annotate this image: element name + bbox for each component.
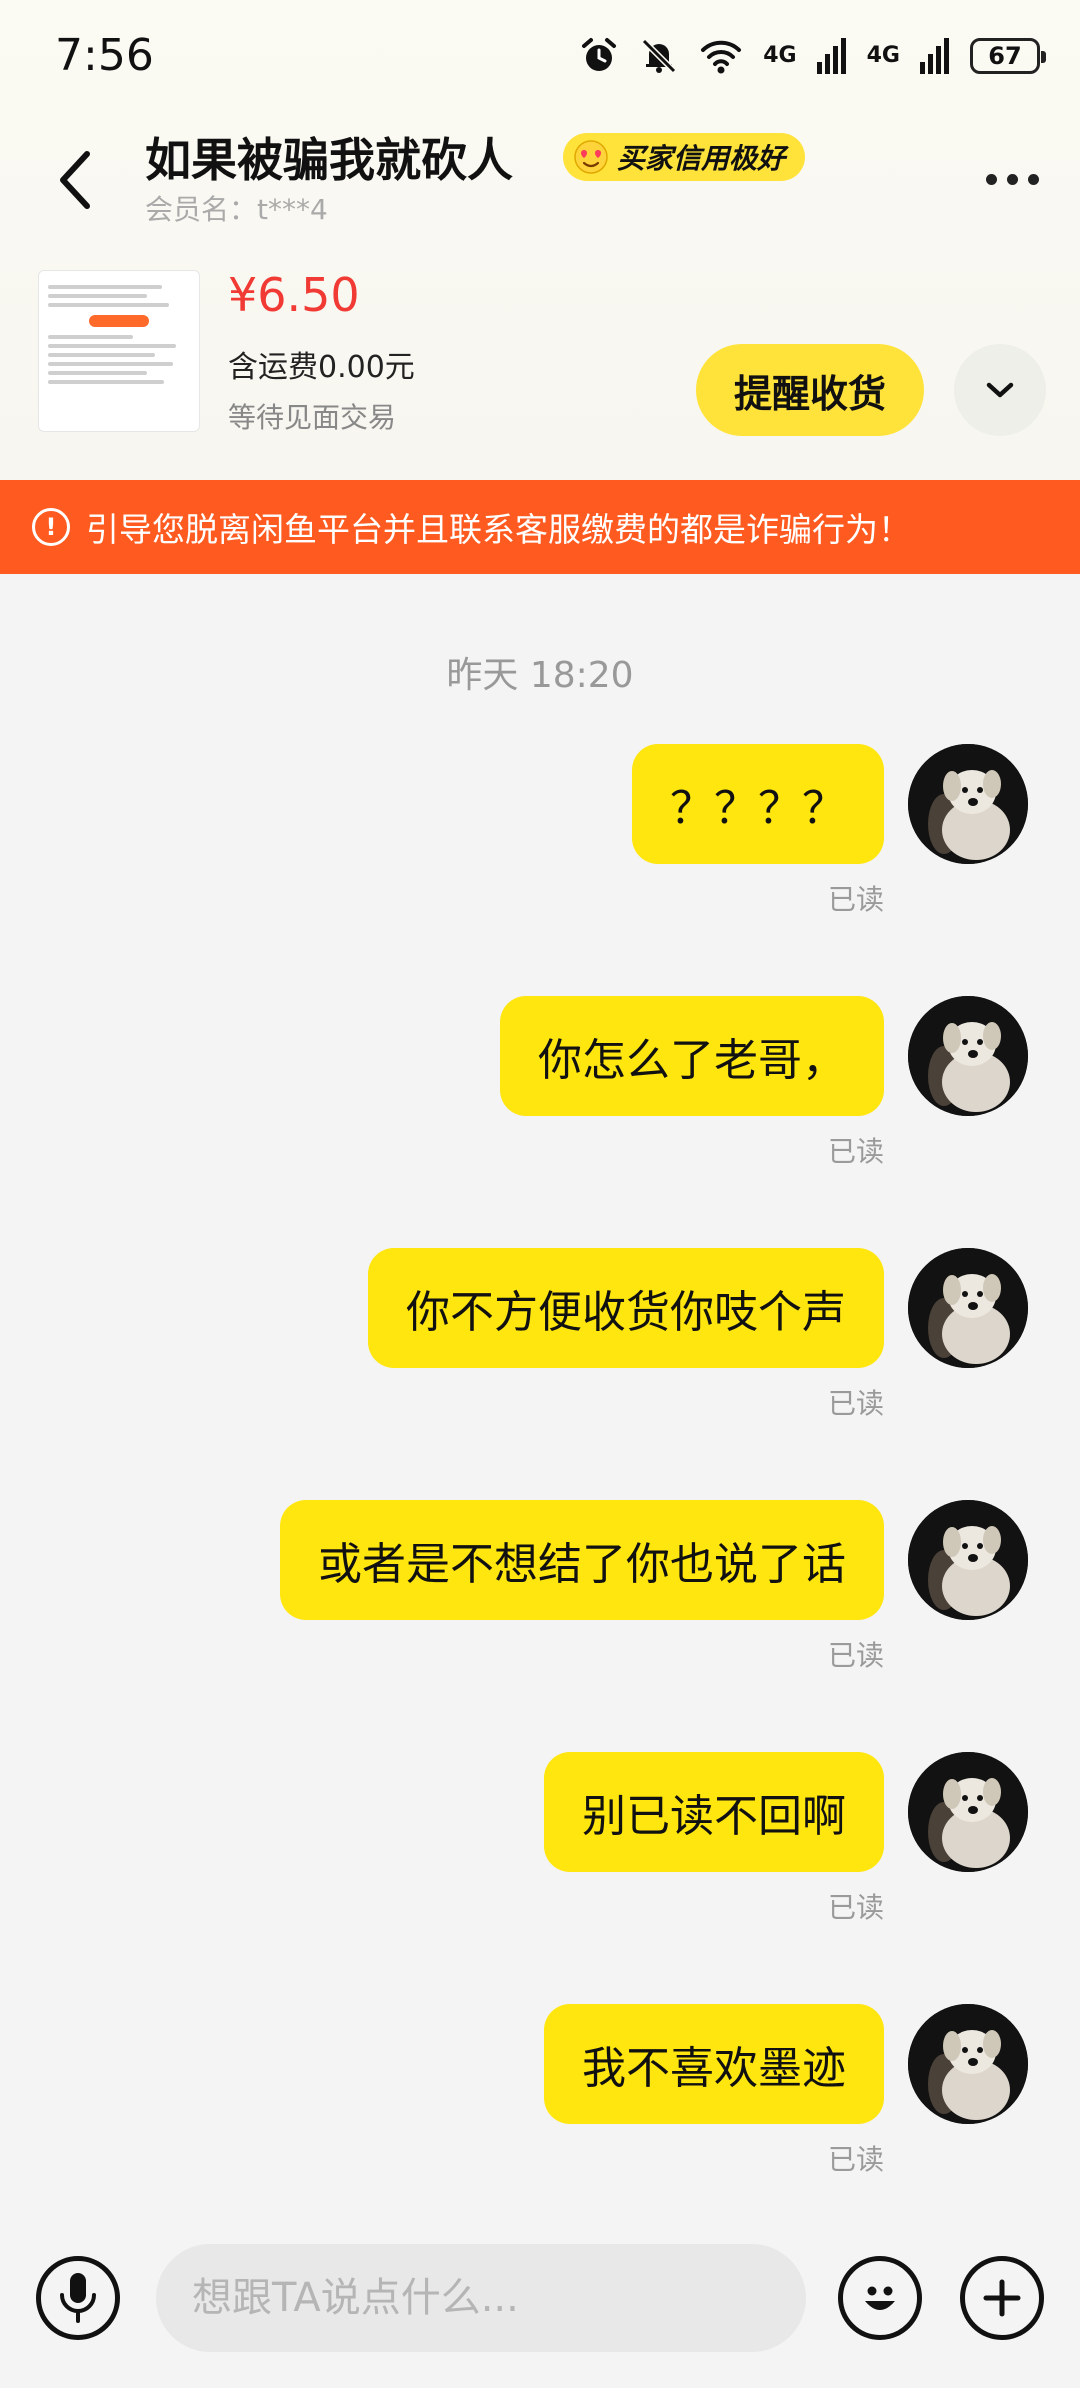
warning-icon: ! <box>32 508 70 546</box>
network-label-2: 4G <box>866 43 900 68</box>
fraud-warning-banner: ! 引导您脱离闲鱼平台并且联系客服缴费的都是诈骗行为！ <box>0 480 1080 574</box>
avatar[interactable] <box>908 1248 1028 1368</box>
message-row: 或者是不想结了你也说了话 已读 <box>0 1500 1080 1680</box>
plus-icon <box>983 2279 1021 2317</box>
back-arrow-icon <box>60 151 90 209</box>
peer-name[interactable]: 如果被骗我就砍人 <box>145 124 513 190</box>
heart-eyes-emoji-icon <box>574 140 608 174</box>
back-button[interactable] <box>40 140 110 220</box>
message-row: 我不喜欢墨迹 已读 <box>0 2004 1080 2184</box>
dog-avatar-image <box>908 744 1028 864</box>
thumb-button <box>89 315 149 327</box>
credit-badge-label: 买家信用极好 <box>617 142 786 175</box>
network-label-1: 4G <box>763 43 797 68</box>
dog-avatar-image <box>908 996 1028 1116</box>
read-status: 已读 <box>827 1639 884 1672</box>
warning-text: 引导您脱离闲鱼平台并且联系客服缴费的都是诈骗行为！ <box>86 510 911 549</box>
avatar[interactable] <box>908 1500 1028 1620</box>
mute-bell-icon <box>642 38 677 74</box>
input-bar <box>0 2214 1080 2388</box>
chat-area[interactable]: 昨天 18:20 ？？？？ 已读 你怎么了老哥， 已读 你不方便收货你吱个声 已… <box>0 574 1080 2214</box>
thumb-line <box>48 294 148 298</box>
status-icons: 4G 4G 67 <box>579 32 1046 80</box>
message-row: 你不方便收货你吱个声 已读 <box>0 1248 1080 1428</box>
signal-icon <box>816 38 846 74</box>
dog-avatar-image <box>908 2004 1028 2124</box>
chat-timestamp: 昨天 18:20 <box>446 655 634 696</box>
remind-receipt-button[interactable]: 提醒收货 <box>696 344 924 436</box>
dog-avatar-image <box>908 1248 1028 1368</box>
microphone-icon <box>60 2273 96 2323</box>
message-bubble[interactable]: 我不喜欢墨迹 <box>544 2004 884 2124</box>
avatar[interactable] <box>908 744 1028 864</box>
thumb-line <box>48 335 134 339</box>
chat-header: 如果被骗我就砍人 买家信用极好 会员名：t***4 <box>0 110 1080 250</box>
message-bubble[interactable]: ？？？？ <box>632 744 884 864</box>
avatar[interactable] <box>908 2004 1028 2124</box>
status-time: 7:56 <box>55 30 154 81</box>
member-name: 会员名：t***4 <box>145 193 328 226</box>
dog-avatar-image <box>908 1500 1028 1620</box>
avatar[interactable] <box>908 996 1028 1116</box>
thumb-line <box>48 362 173 366</box>
read-status: 已读 <box>827 1135 884 1168</box>
message-input[interactable] <box>156 2244 806 2352</box>
thumb-line <box>48 371 148 375</box>
message-bubble[interactable]: 别已读不回啊 <box>544 1752 884 1872</box>
more-icon <box>985 173 997 185</box>
more-actions-button[interactable] <box>960 2256 1044 2340</box>
thumb-line <box>48 303 169 307</box>
wifi-icon <box>701 40 742 74</box>
emoji-button[interactable] <box>838 2256 922 2340</box>
shipping-fee: 含运费0.00元 <box>228 350 415 385</box>
message-bubble[interactable]: 你怎么了老哥， <box>500 996 884 1116</box>
more-icon-dot <box>1027 173 1039 185</box>
message-bubble[interactable]: 或者是不想结了你也说了话 <box>280 1500 884 1620</box>
thumb-line <box>48 353 155 357</box>
message-bubble[interactable]: 你不方便收货你吱个声 <box>368 1248 884 1368</box>
thumb-line <box>48 285 162 289</box>
credit-badge[interactable]: 买家信用极好 <box>563 133 806 181</box>
more-button[interactable] <box>972 154 1052 204</box>
message-row: 别已读不回啊 已读 <box>0 1752 1080 1932</box>
product-thumbnail[interactable] <box>38 270 200 432</box>
voice-button[interactable] <box>36 2256 120 2340</box>
battery-indicator: 67 <box>970 38 1046 74</box>
message-row: 你怎么了老哥， 已读 <box>0 996 1080 1176</box>
signal-icon <box>920 38 949 74</box>
alarm-icon <box>582 38 617 71</box>
thumb-line <box>48 380 165 384</box>
message-row: ？？？？ 已读 <box>0 744 1080 924</box>
product-card[interactable]: ¥6.50 含运费0.00元 等待见面交易 提醒收货 <box>0 260 1080 480</box>
status-bar: 7:56 4G 4G 67 <box>0 0 1080 110</box>
chevron-down-icon <box>986 382 1014 398</box>
thumb-line <box>48 344 176 348</box>
read-status: 已读 <box>827 1387 884 1420</box>
read-status: 已读 <box>827 1891 884 1924</box>
expand-button[interactable] <box>954 344 1046 436</box>
read-status: 已读 <box>827 2143 884 2176</box>
product-price: ¥6.50 <box>228 268 360 322</box>
order-status: 等待见面交易 <box>228 401 397 434</box>
avatar[interactable] <box>908 1752 1028 1872</box>
dog-avatar-image <box>908 1752 1028 1872</box>
emoji-icon <box>865 2286 895 2310</box>
more-icon-dot <box>1006 173 1018 185</box>
read-status: 已读 <box>827 883 884 916</box>
